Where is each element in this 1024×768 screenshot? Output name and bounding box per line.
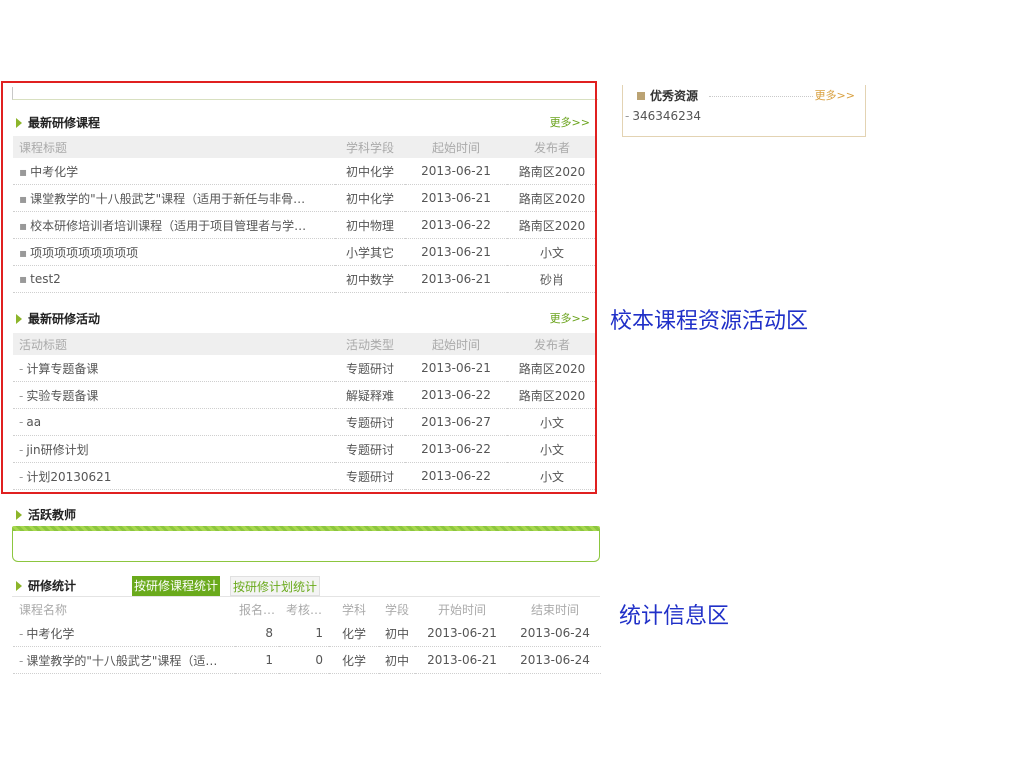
- resource-link[interactable]: 346346234: [632, 109, 701, 123]
- column-header: 结束时间: [509, 598, 601, 620]
- subject: 化学: [329, 646, 379, 674]
- teachers-header: 活跃教师: [16, 504, 316, 526]
- column-header: 学科: [329, 598, 379, 620]
- list-item[interactable]: -346346234: [623, 107, 865, 127]
- enroll-count: 1: [235, 646, 279, 674]
- triangle-bullet-icon: [16, 510, 22, 520]
- table-row[interactable]: - 课堂教学的"十八般武艺"课程（适… 1 0 化学 初中 2013-06-21 2013-0…: [13, 646, 601, 674]
- assess-count: 0: [279, 646, 329, 674]
- square-bullet-icon: [637, 92, 645, 100]
- resources-title: 优秀资源: [650, 89, 699, 103]
- stage: 初中: [379, 646, 415, 674]
- end-date: 2013-06-24: [509, 620, 601, 647]
- triangle-bullet-icon: [16, 581, 22, 591]
- tab-course-stats[interactable]: 按研修课程统计: [132, 576, 221, 596]
- column-header: 学段: [379, 598, 415, 620]
- end-date: 2013-06-24: [509, 646, 601, 674]
- teachers-title: 活跃教师: [28, 508, 77, 522]
- resources-more-link[interactable]: 更多>>: [815, 85, 855, 107]
- start-date: 2013-06-21: [415, 646, 509, 674]
- stats-area-annotation: 统计信息区: [619, 604, 730, 629]
- stats-header: 研修统计: [16, 575, 126, 597]
- stats-course-link[interactable]: 课堂教学的"十八般武艺"课程（适…: [26, 654, 217, 668]
- stage: 初中: [379, 620, 415, 647]
- column-header: 开始时间: [415, 598, 509, 620]
- teachers-box: [12, 531, 600, 562]
- stats-table-header: 课程名称 报名… 考核… 学科 学段 开始时间 结束时间: [13, 598, 601, 620]
- resources-header: 优秀资源 更多>>: [623, 85, 865, 107]
- subject: 化学: [329, 620, 379, 647]
- highlight-frame: [1, 81, 597, 494]
- table-row[interactable]: - 中考化学 8 1 化学 初中 2013-06-21 2013-06-24: [13, 620, 601, 647]
- resources-box: 优秀资源 更多>> -346346234: [622, 85, 866, 137]
- assess-count: 1: [279, 620, 329, 647]
- column-header: 考核…: [279, 598, 329, 620]
- enroll-count: 8: [235, 620, 279, 647]
- activity-area-annotation: 校本课程资源活动区: [610, 309, 809, 334]
- stats-course-link[interactable]: 中考化学: [26, 627, 74, 641]
- tab-plan-stats[interactable]: 按研修计划统计: [230, 576, 321, 596]
- dotted-divider: [709, 96, 813, 97]
- stats-table: 课程名称 报名… 考核… 学科 学段 开始时间 结束时间 - 中考化学 8 1 化学 初中…: [13, 598, 601, 674]
- stats-divider: [12, 596, 600, 597]
- column-header: 课程名称: [13, 598, 235, 620]
- stats-title: 研修统计: [28, 579, 77, 593]
- column-header: 报名…: [235, 598, 279, 620]
- start-date: 2013-06-21: [415, 620, 509, 647]
